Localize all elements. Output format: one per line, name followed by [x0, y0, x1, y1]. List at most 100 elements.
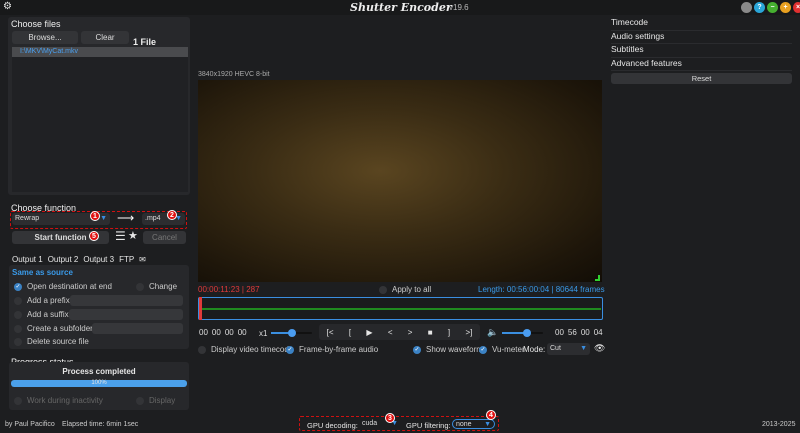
stop-button[interactable]: ■ [428, 328, 433, 337]
speed-slider[interactable] [271, 329, 312, 337]
title-bar: ⚙ Shutter Encoder v19.6 ? − + × [0, 0, 800, 15]
right-sections: Timecode Audio settings Subtitles Advanc… [611, 17, 792, 84]
tc-out-seconds[interactable]: 00 [581, 328, 590, 337]
apply-all-checkbox[interactable] [379, 285, 387, 294]
elapsed-time: Elapsed time: 6min 1sec [62, 421, 139, 428]
eye-icon[interactable]: 👁 [594, 343, 605, 354]
tab-output-1[interactable]: Output 1 [12, 255, 43, 264]
delete-source-checkbox[interactable] [14, 337, 22, 346]
playback-controls: [< [ ▶ < > ■ ] >] [319, 324, 480, 340]
reset-button[interactable]: Reset [611, 73, 792, 84]
progress-percent: 100% [91, 380, 107, 386]
vu-meter-checkbox[interactable]: ✓ [479, 345, 487, 354]
app-title: Shutter Encoder [350, 1, 452, 14]
gpu-decoding-label: GPU decoding: [307, 421, 358, 430]
prefix-checkbox[interactable] [14, 296, 22, 305]
go-to-start-button[interactable]: [< [327, 328, 334, 337]
tab-ftp[interactable]: FTP [119, 255, 134, 264]
suffix-checkbox[interactable] [14, 310, 22, 319]
output-tabs: Output 1 Output 2 Output 3 FTP ✉ [12, 255, 146, 264]
waveform-timeline[interactable] [198, 297, 603, 320]
playhead[interactable] [199, 297, 202, 320]
subfolder-input[interactable] [92, 323, 183, 334]
frame-audio-checkbox[interactable]: ✓ [286, 345, 294, 354]
length-info: Length: 00:56:00:04 | 80644 frames [478, 285, 605, 294]
volume-icon[interactable]: 🔈 [487, 327, 498, 338]
file-list[interactable]: I:\MKV\MyCat.mkv [12, 47, 188, 192]
file-count: 1 File [133, 37, 157, 47]
play-button[interactable]: ▶ [366, 328, 372, 337]
gpu-filtering-value: none [456, 421, 472, 428]
progress-bar: 100% [11, 380, 187, 387]
gear-icon[interactable]: ⚙ [3, 1, 12, 12]
next-frame-button[interactable]: > [408, 328, 413, 337]
section-audio-settings[interactable]: Audio settings [611, 31, 792, 44]
section-advanced-features[interactable]: Advanced features [611, 58, 792, 71]
tc-in-hours[interactable]: 00 [199, 328, 208, 337]
speed-knob[interactable] [287, 329, 296, 337]
tc-out-frames[interactable]: 04 [594, 328, 603, 337]
tc-in-minutes[interactable]: 00 [212, 328, 221, 337]
clear-button[interactable]: Clear [81, 31, 129, 44]
arrow-right-icon: ⟶ [117, 211, 135, 225]
delete-source-label: Delete source file [27, 337, 89, 346]
gpu-filtering-select[interactable]: none ▼ [452, 419, 495, 429]
subfolder-checkbox[interactable] [14, 324, 22, 333]
tc-out-hours[interactable]: 00 [555, 328, 564, 337]
help-button[interactable]: ? [754, 2, 765, 13]
open-destination-checkbox[interactable]: ✓ [14, 282, 22, 291]
show-waveform-label: Show waveform [426, 345, 483, 354]
display-timecode-checkbox[interactable] [198, 345, 206, 354]
go-to-end-button[interactable]: >] [465, 328, 472, 337]
section-timecode[interactable]: Timecode [611, 17, 792, 31]
display-timecode-label: Display video timecode [211, 345, 294, 354]
change-checkbox[interactable] [136, 282, 144, 291]
file-list-item[interactable]: I:\MKV\MyCat.mkv [12, 47, 188, 57]
chevron-down-icon: ▼ [580, 345, 587, 352]
gpu-decoding-value: cuda [362, 420, 378, 427]
suffix-input[interactable] [69, 309, 183, 320]
vu-meter-label: Vu-meter [492, 345, 525, 354]
cancel-button[interactable]: Cancel [143, 231, 186, 244]
browse-button[interactable]: Browse... [12, 31, 78, 44]
close-button[interactable]: × [793, 2, 800, 13]
tc-in-frames[interactable]: 00 [238, 328, 247, 337]
tc-in-seconds[interactable]: 00 [225, 328, 234, 337]
previous-frame-button[interactable]: < [388, 328, 393, 337]
set-out-button[interactable]: ] [448, 328, 450, 337]
section-subtitles[interactable]: Subtitles [611, 44, 792, 58]
timecode-in[interactable]: 00 00 00 00 [199, 328, 247, 337]
volume-knob[interactable] [522, 329, 531, 337]
display-label: Display [149, 396, 176, 405]
minimize-button[interactable]: − [767, 2, 778, 13]
video-info: 3840x1920 HEVC 8-bit [198, 71, 270, 78]
display-checkbox[interactable] [136, 396, 144, 405]
show-waveform-checkbox[interactable]: ✓ [413, 345, 421, 354]
badge-2: 2 [167, 210, 177, 220]
badge-4: 4 [486, 410, 496, 420]
container-select[interactable]: .mp4 ▼ [142, 213, 185, 225]
progress-status: Process completed [62, 367, 136, 376]
tc-out-minutes[interactable]: 56 [568, 328, 577, 337]
volume-slider[interactable] [502, 329, 543, 337]
set-in-button[interactable]: [ [349, 328, 351, 337]
files-title: Choose files [11, 19, 61, 29]
destination-label: Same as source [12, 268, 73, 277]
mail-icon[interactable]: ✉ [139, 255, 146, 264]
app-version: v19.6 [449, 3, 469, 12]
work-inactivity-checkbox[interactable] [14, 396, 22, 405]
timecode-out[interactable]: 00 56 00 04 [555, 328, 603, 337]
tab-output-2[interactable]: Output 2 [48, 255, 79, 264]
maximize-button[interactable]: + [780, 2, 791, 13]
prefix-input[interactable] [70, 295, 183, 306]
audio-waveform [201, 308, 601, 310]
speed-label: x1 [259, 329, 268, 338]
badge-1: 1 [90, 211, 100, 221]
tab-output-3[interactable]: Output 3 [83, 255, 114, 264]
gpu-filtering-label: GPU filtering: [406, 421, 451, 430]
star-icon[interactable]: ★ [128, 229, 138, 242]
list-icon[interactable]: ☰ [115, 229, 126, 243]
mode-select[interactable]: Cut ▼ [547, 343, 590, 355]
cloud-icon[interactable] [741, 2, 752, 13]
video-preview[interactable] [198, 80, 602, 282]
